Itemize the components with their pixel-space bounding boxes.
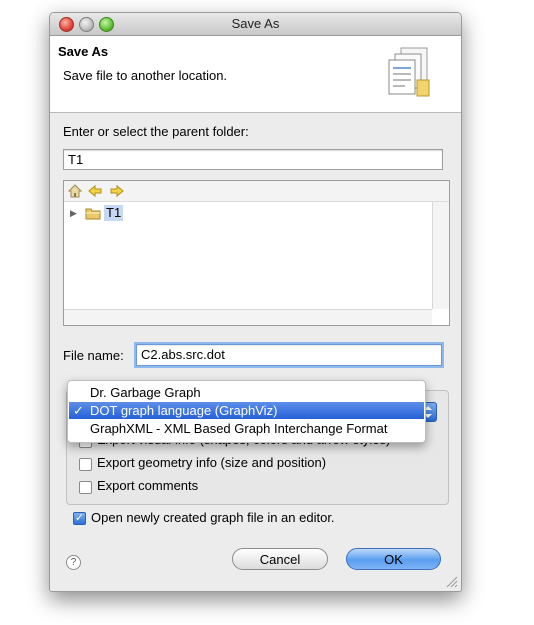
format-option-label: DOT graph language (GraphViz) bbox=[90, 403, 278, 418]
resize-grip-icon[interactable] bbox=[444, 574, 458, 588]
export-geometry-info-label: Export geometry info (size and position) bbox=[97, 455, 327, 470]
forward-arrow-icon[interactable] bbox=[109, 183, 125, 199]
open-in-editor-checkbox[interactable]: ✓ bbox=[73, 512, 86, 525]
header-title: Save As bbox=[58, 44, 109, 59]
file-name-input[interactable]: C2.abs.src.dot bbox=[136, 344, 442, 366]
ok-button[interactable]: OK bbox=[346, 548, 441, 570]
save-as-dialog: Save As Save As Save file to another loc… bbox=[49, 12, 462, 592]
window-title: Save As bbox=[231, 16, 280, 31]
cancel-button[interactable]: Cancel bbox=[232, 548, 328, 570]
format-dropdown-menu[interactable]: Dr. Garbage Graph ✓ DOT graph language (… bbox=[67, 380, 426, 443]
title-bar[interactable]: Save As bbox=[50, 13, 461, 36]
back-arrow-icon[interactable] bbox=[87, 183, 103, 199]
format-option-label: GraphXML - XML Based Graph Interchange F… bbox=[90, 421, 388, 436]
tree-horizontal-scrollbar[interactable] bbox=[64, 309, 432, 325]
expand-triangle-icon[interactable]: ▶ bbox=[70, 205, 77, 221]
export-comments-label: Export comments bbox=[97, 478, 199, 493]
checkmark-icon: ✓ bbox=[73, 403, 84, 418]
help-icon[interactable]: ? bbox=[66, 555, 81, 570]
tree-vertical-scrollbar[interactable] bbox=[432, 202, 449, 309]
save-documents-icon bbox=[388, 47, 430, 97]
file-name-label: File name: bbox=[63, 348, 124, 363]
header-subtitle: Save file to another location. bbox=[63, 68, 228, 83]
export-geometry-info-checkbox[interactable] bbox=[79, 458, 92, 471]
format-option[interactable]: Dr. Garbage Graph bbox=[69, 384, 424, 401]
parent-folder-input[interactable]: T1 bbox=[63, 149, 443, 170]
folder-tree[interactable]: ▶ T1 bbox=[63, 180, 450, 326]
parent-folder-label: Enter or select the parent folder: bbox=[63, 124, 249, 139]
open-in-editor-label: Open newly created graph file in an edit… bbox=[91, 510, 335, 525]
tree-item-label: T1 bbox=[104, 205, 124, 221]
home-icon[interactable] bbox=[67, 183, 83, 199]
tree-toolbar bbox=[64, 181, 449, 202]
dialog-header: Save As Save file to another location. bbox=[50, 36, 461, 113]
folder-icon bbox=[85, 208, 101, 220]
export-comments-checkbox[interactable] bbox=[79, 481, 92, 494]
format-option-selected[interactable]: ✓ DOT graph language (GraphViz) bbox=[69, 402, 424, 419]
format-option-label: Dr. Garbage Graph bbox=[90, 385, 201, 400]
checkmark-icon: ✓ bbox=[74, 512, 85, 524]
format-option[interactable]: GraphXML - XML Based Graph Interchange F… bbox=[69, 420, 424, 437]
